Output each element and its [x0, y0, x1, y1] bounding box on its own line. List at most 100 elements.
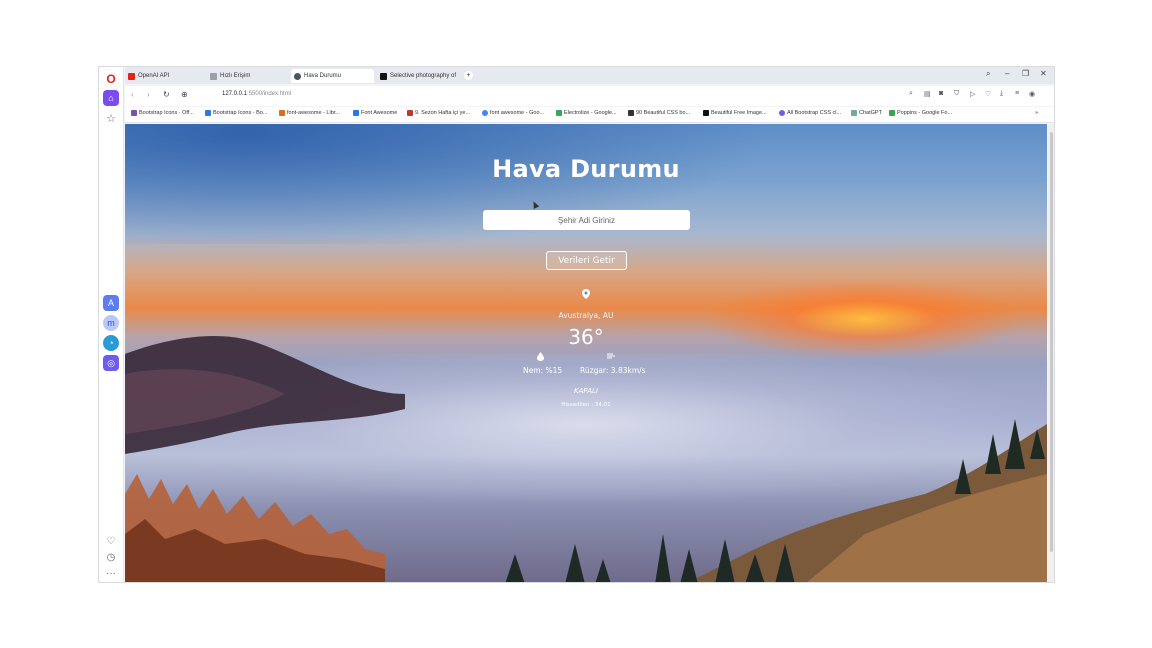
history-icon[interactable]: ◷	[103, 549, 119, 565]
city-search-input[interactable]	[483, 210, 690, 230]
minimize-icon[interactable]: –	[1005, 69, 1009, 78]
more-icon[interactable]: ···	[103, 565, 119, 581]
bookmark-label: Bootstrap Icons · Off...	[139, 110, 194, 116]
back-icon[interactable]: ‹	[131, 90, 134, 99]
tab-strip: OpenAI API Hızlı Erişim Hava Durumu Sele…	[125, 67, 1054, 84]
site-info-icon[interactable]: ⊕	[181, 90, 188, 99]
profile-icon[interactable]: ◉	[1029, 90, 1035, 98]
home-icon[interactable]: ⌂	[103, 90, 119, 106]
weather-description: KAPALI	[573, 387, 598, 395]
heart-icon[interactable]: ♡	[103, 533, 119, 549]
bookmark-label: Poppins - Google Fo...	[897, 110, 953, 116]
bookmark-label: font-awesome - Libr...	[287, 110, 340, 116]
bookmark-item[interactable]: 90 Beautiful CSS bo...	[628, 110, 690, 116]
bookmark-label: Font Awesome	[361, 110, 398, 116]
bookmark-item[interactable]: Poppins - Google Fo...	[889, 110, 952, 116]
page-scrollbar[interactable]	[1048, 124, 1054, 582]
bookmark-label: 90 Beautiful CSS bo...	[636, 110, 691, 116]
tab-hava-durumu[interactable]: Hava Durumu	[291, 69, 374, 83]
tab-openai[interactable]: OpenAI API	[125, 69, 205, 83]
bookmark-item[interactable]: Bootstrap Icons · Off...	[131, 110, 194, 116]
humidity-drop-icon	[537, 352, 544, 363]
humidity-text: Nem: %15	[523, 366, 563, 375]
bookmark-icon	[851, 110, 857, 116]
bookmark-item[interactable]: Beautiful Free Image...	[703, 110, 767, 116]
unsplash-icon	[380, 72, 387, 80]
whatsapp-icon[interactable]: ◔	[103, 335, 119, 351]
bookmark-item[interactable]: All Bootstrap CSS cl...	[779, 110, 841, 116]
bookmark-label: All Bootstrap CSS cl...	[787, 110, 842, 116]
page-viewport: Hava Durumu Verileri Getir Avustralya, A…	[125, 124, 1047, 582]
reload-icon[interactable]: ↻	[163, 90, 170, 99]
tab-search-icon[interactable]: ⌕	[986, 69, 990, 79]
bookmark-icon	[482, 110, 488, 116]
scrollbar-thumb[interactable]	[1050, 132, 1053, 552]
tab-quick-access[interactable]: Hızlı Erişim	[207, 69, 287, 83]
bookmark-label: Beautiful Free Image...	[711, 110, 767, 116]
camera-icon[interactable]: ◙	[939, 90, 943, 97]
bookmark-label: font awesome - Goo...	[490, 110, 545, 116]
bookmark-icon	[407, 110, 413, 116]
play-icon[interactable]: ▷	[970, 90, 975, 98]
menu-icon[interactable]: ≡	[1015, 90, 1019, 97]
bookmark-item[interactable]: ChatGPT	[851, 110, 882, 116]
bookmark-icon	[628, 110, 634, 116]
bookmark-icon	[205, 110, 211, 116]
bookmark-item[interactable]: Bootstrap Icons - Bo...	[205, 110, 267, 116]
bookmark-label: Electrolize - Google...	[564, 110, 617, 116]
grid-icon	[210, 72, 217, 80]
download-icon[interactable]: ⤓	[1000, 90, 1003, 98]
tab-label: Hava Durumu	[304, 73, 342, 79]
bookmark-label: ChatGPT	[859, 110, 882, 116]
bookmark-icon	[779, 110, 785, 116]
star-icon[interactable]: ☆	[103, 110, 119, 126]
background-trees-mid	[505, 534, 795, 582]
bookmarks-bar: Bootstrap Icons · Off... Bootstrap Icons…	[125, 107, 1054, 123]
browser-window: O ⌂ ☆ A m ◔ ◎ ♡ ◷ ··· OpenAI API Hızlı E…	[98, 66, 1055, 583]
temperature: 36°	[568, 325, 604, 349]
opera-logo-icon[interactable]: O	[103, 71, 119, 87]
bookmarks-more[interactable]: »	[1035, 110, 1038, 116]
bookmark-icon	[889, 110, 895, 116]
wind-icon	[607, 352, 616, 362]
close-icon[interactable]: ✕	[1040, 69, 1047, 78]
bookmark-icon	[556, 110, 562, 116]
favicon-icon	[128, 72, 135, 80]
wind-text: Rüzgar: 3.83km/s	[580, 366, 646, 375]
globe-icon	[294, 72, 301, 80]
page-title: Hava Durumu	[492, 155, 680, 183]
bookmark-label: Bootstrap Icons - Bo...	[213, 110, 268, 116]
background-trees-left	[125, 474, 385, 582]
bookmark-icon	[353, 110, 359, 116]
tab-label: Hızlı Erişim	[220, 73, 251, 79]
bookmark-item[interactable]: Font Awesome	[353, 110, 397, 116]
reader-icon[interactable]: ▤	[924, 90, 931, 98]
bookmark-item[interactable]: font awesome - Goo...	[482, 110, 544, 116]
address-bar: ‹ › ↻ ⊕ 127.0.0.1:5500/index.html ⌕ ▤ ◙ …	[125, 86, 1054, 106]
bookmark-item[interactable]: 9. Sezon Hafta içi ye...	[407, 110, 470, 116]
tab-label: Selective photography of	[390, 73, 457, 79]
url-field[interactable]: 127.0.0.1:5500/index.html	[222, 91, 291, 97]
bookmark-label: 9. Sezon Hafta içi ye...	[415, 110, 471, 116]
bookmark-icon	[131, 110, 137, 116]
tab-label: OpenAI API	[138, 73, 170, 79]
location-text: Avustralya, AU	[558, 311, 614, 320]
instagram-icon[interactable]: ◎	[103, 355, 119, 371]
forward-icon[interactable]: ›	[147, 90, 150, 99]
app-store-icon[interactable]: A	[103, 295, 119, 311]
fetch-data-button[interactable]: Verileri Getir	[546, 251, 627, 270]
bookmark-icon	[279, 110, 285, 116]
bookmark-item[interactable]: Electrolize - Google...	[556, 110, 617, 116]
shield-icon[interactable]: ⛉	[954, 90, 959, 98]
heart-toolbar-icon[interactable]: ♡	[985, 90, 991, 98]
opera-sidebar: O ⌂ ☆ A m ◔ ◎ ♡ ◷ ···	[99, 67, 124, 582]
bookmark-icon	[703, 110, 709, 116]
zoom-icon[interactable]: ⌕	[909, 90, 913, 98]
restore-icon[interactable]: ❐	[1022, 69, 1029, 78]
new-tab-button[interactable]: +	[464, 71, 473, 80]
tab-photography[interactable]: Selective photography of	[377, 69, 459, 83]
bookmark-item[interactable]: font-awesome - Libr...	[279, 110, 340, 116]
url-path: :5500/index.html	[247, 91, 292, 97]
messenger-icon[interactable]: m	[103, 315, 119, 331]
feels-like-text: Hissedilen : 34.01	[561, 402, 611, 408]
